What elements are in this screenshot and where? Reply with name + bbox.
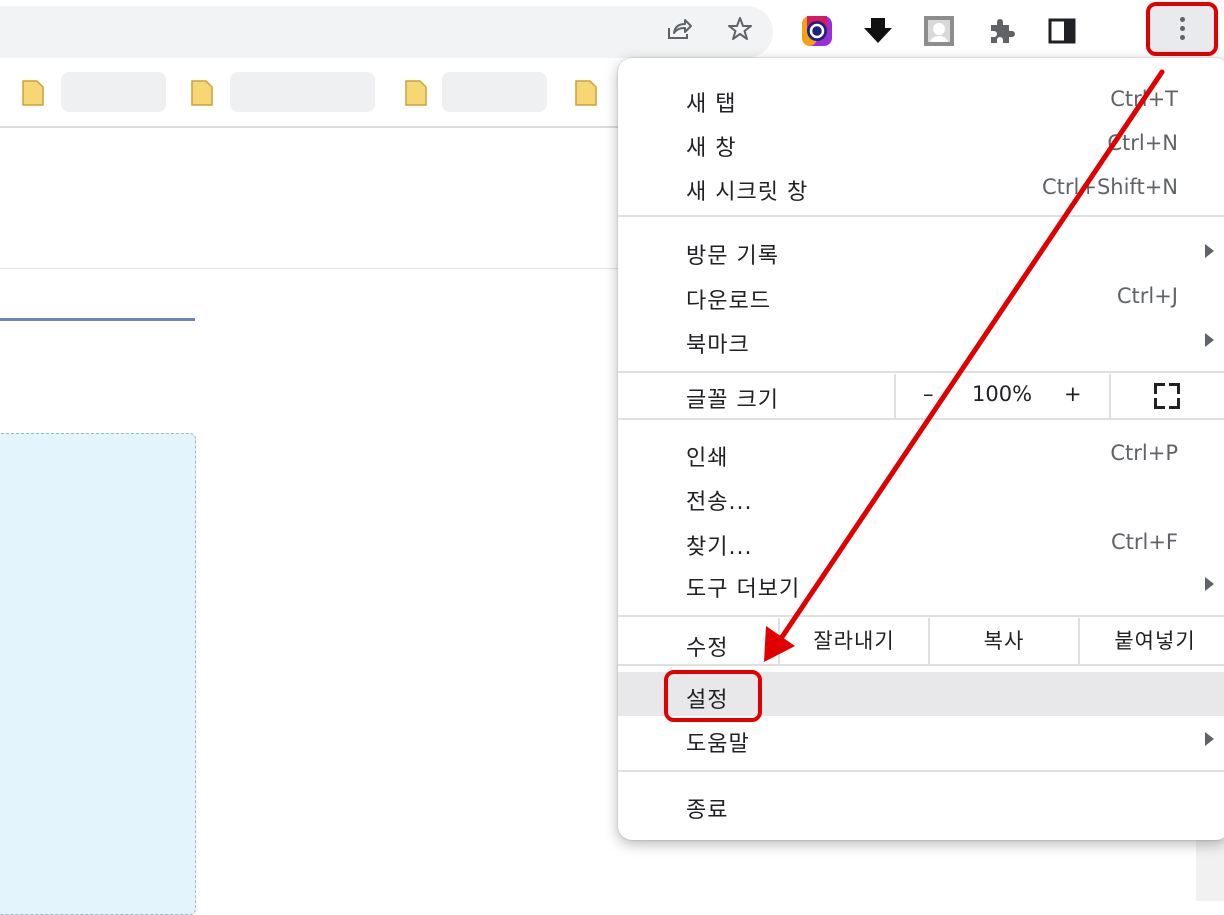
annotation-arrow [764,69,1165,662]
